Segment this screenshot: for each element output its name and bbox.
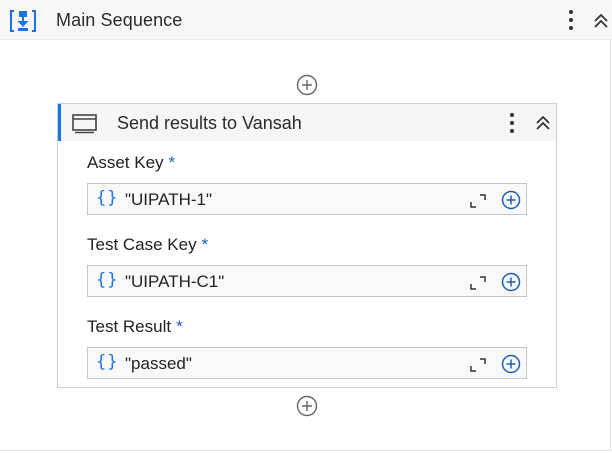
required-mark: * [201, 235, 209, 254]
expand-editor-icon[interactable] [470, 194, 486, 208]
test-result-add-button[interactable] [495, 347, 527, 379]
required-mark: * [168, 153, 176, 172]
plus-circle-icon [501, 272, 521, 292]
plus-circle-icon [501, 354, 521, 374]
expression-icon: {} [96, 270, 119, 290]
test-case-key-field[interactable]: {} "UIPATH-C1" [87, 265, 496, 297]
plus-circle-icon [501, 190, 521, 210]
asset-key-value: "UIPATH-1" [125, 190, 213, 209]
workflow-canvas: Main Sequence Send results to Vansah Ass… [0, 0, 612, 451]
main-sequence-more-icon[interactable] [567, 8, 575, 32]
main-sequence-header[interactable]: Main Sequence [0, 0, 612, 40]
test-result-value: "passed" [125, 354, 192, 373]
expression-icon: {} [96, 188, 119, 208]
sequence-icon [10, 10, 36, 32]
activity-title: Send results to Vansah [117, 113, 302, 133]
test-result-label: Test Result * [87, 317, 183, 336]
add-activity-bottom-icon[interactable] [296, 395, 318, 417]
activity-collapse-icon[interactable] [534, 114, 552, 132]
asset-key-label: Asset Key * [87, 153, 176, 172]
test-case-key-add-button[interactable] [495, 265, 527, 297]
main-sequence-collapse-icon[interactable] [592, 12, 610, 30]
test-case-key-value: "UIPATH-C1" [125, 272, 225, 291]
window-icon [72, 114, 97, 134]
expression-icon: {} [96, 352, 119, 372]
add-activity-top-icon[interactable] [296, 74, 318, 96]
expand-editor-icon[interactable] [470, 276, 486, 290]
activity-header[interactable]: Send results to Vansah [58, 104, 556, 141]
test-result-field[interactable]: {} "passed" [87, 347, 496, 379]
activity-more-icon[interactable] [508, 111, 516, 135]
main-sequence-title: Main Sequence [56, 10, 183, 30]
required-mark: * [176, 317, 183, 336]
send-results-activity[interactable]: Send results to Vansah Asset Key * {} "UI… [57, 103, 557, 388]
test-case-key-label: Test Case Key * [87, 235, 209, 254]
expand-editor-icon[interactable] [470, 358, 486, 372]
asset-key-field[interactable]: {} "UIPATH-1" [87, 183, 496, 215]
asset-key-add-button[interactable] [495, 183, 527, 215]
